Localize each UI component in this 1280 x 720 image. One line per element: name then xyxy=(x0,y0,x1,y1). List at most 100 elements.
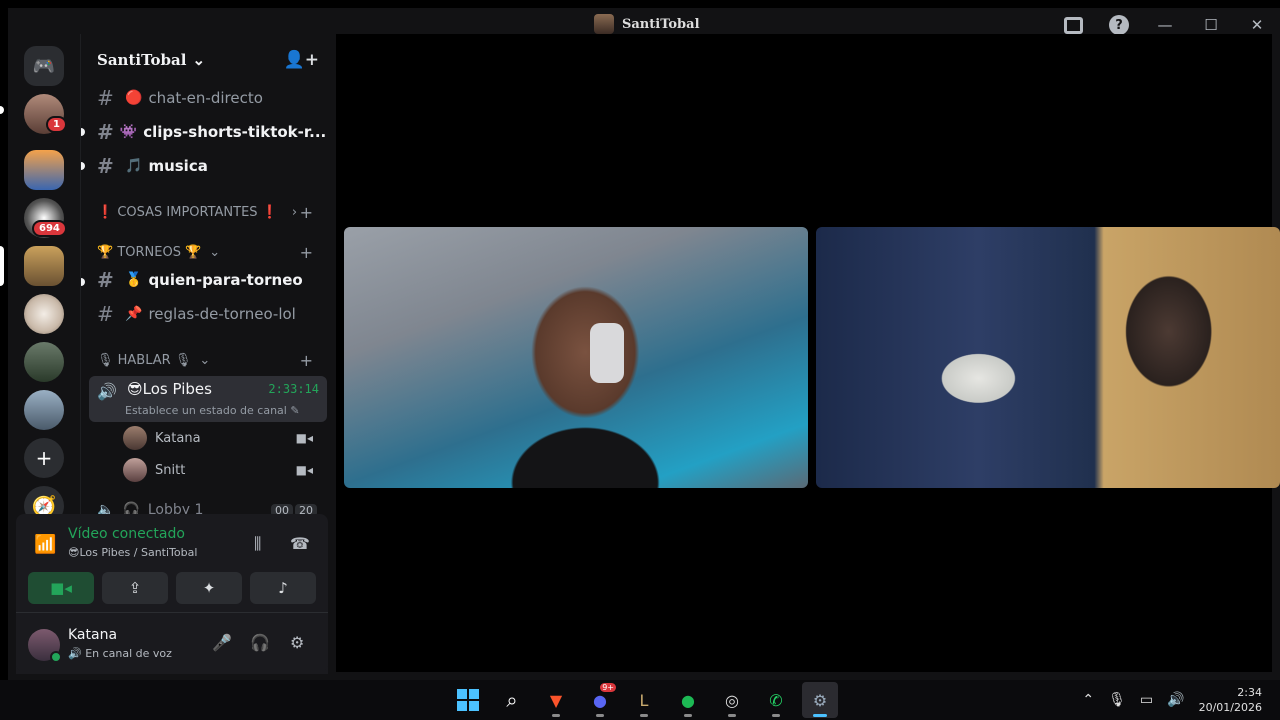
unread-indicator xyxy=(81,162,85,170)
server-icon-person[interactable] xyxy=(24,390,64,430)
brave-icon[interactable]: ▼ xyxy=(538,682,574,718)
microphone-tray-icon[interactable]: 🎙 xyxy=(1108,692,1126,708)
start-button[interactable] xyxy=(450,682,486,718)
channel-name: quien-para-torneo xyxy=(148,271,303,289)
whatsapp-icon[interactable]: ✆ xyxy=(758,682,794,718)
headphones-icon[interactable]: 🎧 xyxy=(250,633,270,652)
voice-timer: 2:33:14 xyxy=(268,382,319,396)
server-icon-santitobal[interactable] xyxy=(24,246,64,286)
dm-avatar[interactable]: 1 xyxy=(24,94,67,134)
chevron-right-icon: › xyxy=(291,204,298,220)
add-server-icon[interactable]: + xyxy=(24,438,64,478)
channel-name: clips-shorts-tiktok-r... xyxy=(143,123,325,141)
soundboard-button[interactable]: ♪ xyxy=(250,572,316,604)
avatar xyxy=(123,426,147,450)
user-panel: Katana 🔊 En canal de voz 🎤 🎧 ⚙ xyxy=(16,612,328,672)
add-channel-icon[interactable]: + xyxy=(300,243,313,262)
hash-icon: # xyxy=(97,302,114,326)
category-hablar[interactable]: 🎙 HABLAR 🎙 ⌄ + xyxy=(97,350,321,370)
category-important[interactable]: ❗ COSAS IMPORTANTES ❗ › + xyxy=(97,202,321,222)
volume-icon[interactable]: 🔊 xyxy=(1167,692,1184,708)
clock[interactable]: 2:34 20/01/2026 xyxy=(1199,685,1262,715)
discord-taskbar-icon[interactable]: ● 9+ xyxy=(582,682,618,718)
clock-time: 2:34 xyxy=(1237,686,1262,699)
channel-name: chat-en-directo xyxy=(148,89,263,107)
network-icon[interactable]: ▭ xyxy=(1140,692,1153,708)
server-icon-dog[interactable] xyxy=(24,294,64,334)
activities-icon: ✦ xyxy=(202,579,216,597)
gear-icon[interactable]: ⚙ xyxy=(290,633,304,652)
server-icon-fox[interactable] xyxy=(24,150,64,190)
dm-unread-badge: 1 xyxy=(46,116,67,133)
voice-user-name: Katana xyxy=(155,430,201,446)
window-title: SantiTobal xyxy=(594,14,700,34)
server-unread-badge: 694 xyxy=(32,220,67,237)
league-icon[interactable]: L xyxy=(626,682,662,718)
channel-quien-para-torneo[interactable]: # 🥇 quien-para-torneo xyxy=(89,264,325,296)
channel-name: musica xyxy=(148,157,208,175)
hash-icon: # xyxy=(97,268,114,292)
noise-suppression-icon[interactable]: ⫼ xyxy=(254,534,261,554)
headset-shape xyxy=(590,323,624,383)
voice-user-snitt[interactable]: Snitt ■◂ xyxy=(123,456,323,484)
selected-server-pill xyxy=(0,246,4,286)
obs-icon[interactable]: ◎ xyxy=(714,682,750,718)
screen-share-button[interactable]: ⇪ xyxy=(102,572,168,604)
voice-user-katana[interactable]: Katana ■◂ xyxy=(123,424,323,452)
connection-status[interactable]: Vídeo conectado xyxy=(68,526,185,542)
speaker-icon: 🔊 xyxy=(97,382,117,401)
hash-icon: # xyxy=(97,154,114,178)
server-icon-group[interactable] xyxy=(24,342,64,382)
video-camera-icon: ■◂ xyxy=(50,579,72,597)
user-name[interactable]: Katana xyxy=(68,627,117,643)
connection-location[interactable]: 😎Los Pibes / SantiTobal xyxy=(68,546,197,559)
voice-channel-los-pibes[interactable]: 🔊 😎Los Pibes 2:33:14 Establece un estado… xyxy=(89,376,327,422)
microphone-icon[interactable]: 🎤 xyxy=(212,633,232,652)
channel-clips[interactable]: # 👾 clips-shorts-tiktok-r... xyxy=(89,116,325,148)
unread-indicator xyxy=(81,278,85,286)
clock-date: 20/01/2026 xyxy=(1198,701,1262,714)
unread-indicator xyxy=(81,128,85,136)
server-name: SantiTobal xyxy=(97,51,187,69)
video-stage xyxy=(336,34,1280,672)
video-tile-snitt[interactable] xyxy=(816,227,1280,488)
channel-musica[interactable]: # 🎵 musica xyxy=(89,150,325,182)
category-label: ❗ COSAS IMPORTANTES ❗ xyxy=(97,204,278,220)
channel-emoji: 👾 xyxy=(119,124,138,140)
discord-home-icon[interactable]: 🎮 xyxy=(24,46,64,86)
channel-chat-en-directo[interactable]: # 🔴 chat-en-directo xyxy=(89,82,325,114)
category-label: 🎙 HABLAR 🎙 xyxy=(97,352,192,368)
settings-icon[interactable]: ⚙ xyxy=(802,682,838,718)
voice-channel-name: 😎Los Pibes xyxy=(127,380,212,398)
activities-button[interactable]: ✦ xyxy=(176,572,242,604)
discord-badge: 9+ xyxy=(600,683,616,692)
spotify-icon[interactable]: ● xyxy=(670,682,706,718)
chevron-down-icon: ⌄ xyxy=(199,352,211,368)
window-title-text: SantiTobal xyxy=(622,16,700,32)
add-channel-icon[interactable]: + xyxy=(300,203,313,222)
channel-reglas-de-torneo[interactable]: # 📌 reglas-de-torneo-lol xyxy=(89,298,325,330)
screen-share-icon: ⇪ xyxy=(128,579,142,597)
add-channel-icon[interactable]: + xyxy=(300,351,313,370)
chevron-down-icon: ⌄ xyxy=(192,51,206,69)
camera-icon: ■◂ xyxy=(295,431,313,445)
server-header[interactable]: SantiTobal ⌄ 👤+ xyxy=(81,34,329,86)
signal-icon[interactable]: 📶 xyxy=(34,534,56,555)
camera-icon: ■◂ xyxy=(295,463,313,477)
category-torneos[interactable]: 🏆 TORNEOS 🏆 ⌄ + xyxy=(97,242,321,262)
channel-emoji: 🔴 xyxy=(125,90,143,106)
soundboard-icon: ♪ xyxy=(278,579,288,597)
avatar xyxy=(123,458,147,482)
video-tile-katana[interactable] xyxy=(344,227,808,488)
disconnect-icon[interactable]: ☎ xyxy=(290,534,310,553)
taskbar: ⌕ ▼ ● 9+ L ● ◎ ✆ ⚙ ⌃ 🎙 ▭ 🔊 2:34 20/01/202… xyxy=(0,680,1280,720)
camera-button[interactable]: ■◂ xyxy=(28,572,94,604)
search-icon[interactable]: ⌕ xyxy=(494,682,530,718)
server-icon-logo[interactable]: 694 xyxy=(24,198,67,238)
invite-people-icon[interactable]: 👤+ xyxy=(284,50,319,70)
online-status-icon xyxy=(50,651,62,663)
chevron-down-icon: ⌄ xyxy=(209,244,221,260)
hash-icon: # xyxy=(97,86,114,110)
channel-status[interactable]: Establece un estado de canal ✎ xyxy=(125,404,300,417)
chevron-up-icon[interactable]: ⌃ xyxy=(1082,692,1094,708)
